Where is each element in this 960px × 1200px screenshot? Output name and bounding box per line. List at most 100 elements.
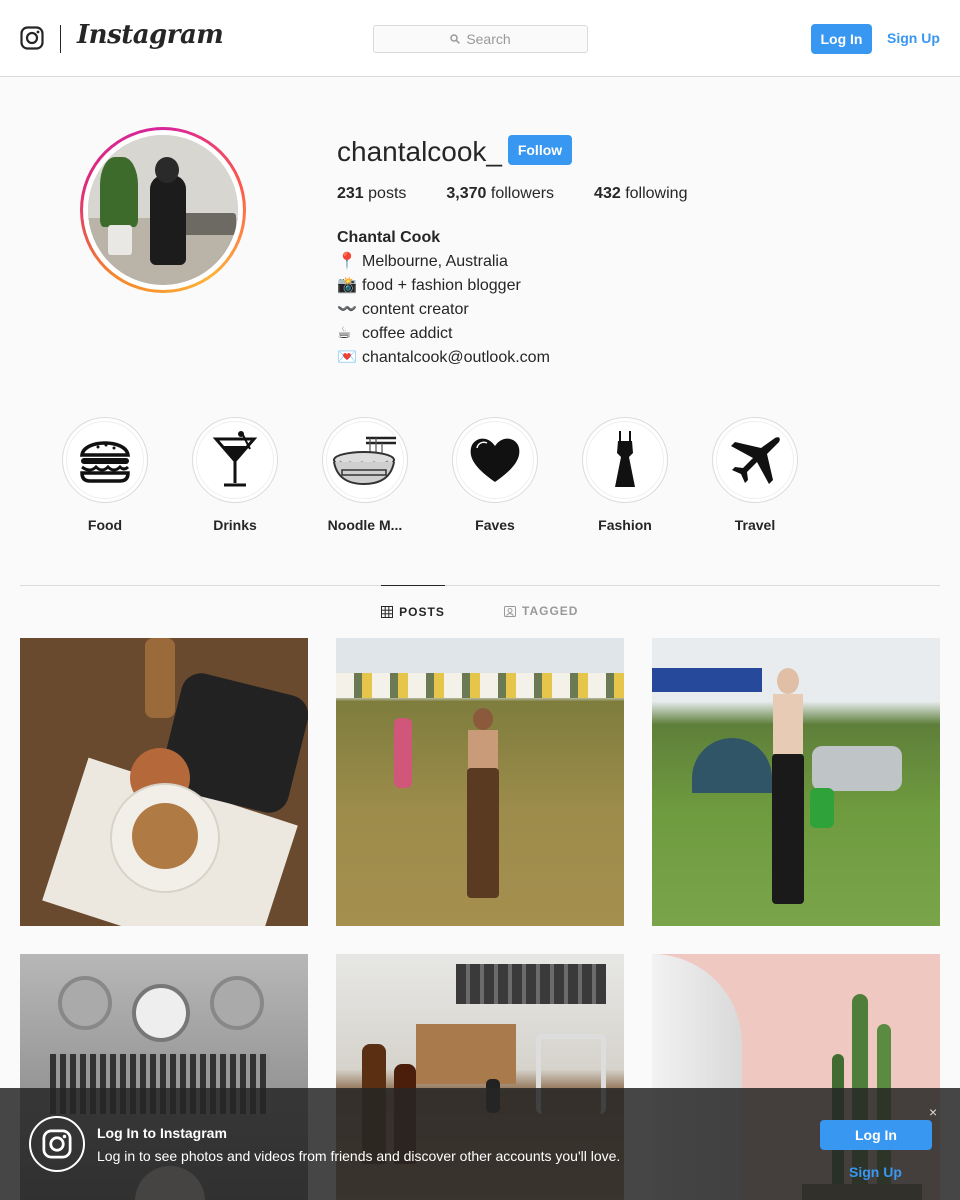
coffee-emoji-icon: ☕ [337, 325, 352, 342]
following-count: 432 [594, 185, 621, 202]
post-thumbnail[interactable] [652, 638, 940, 926]
photo-pepper-grinder [145, 638, 175, 718]
instagram-wordmark[interactable]: Instagram [77, 20, 224, 50]
following-stat[interactable]: 432 following [594, 185, 687, 203]
tab-posts[interactable]: POSTS [381, 585, 445, 637]
followers-count: 3,370 [446, 185, 487, 202]
posts-count: 231 [337, 185, 364, 202]
photo-person-torso [773, 694, 803, 754]
highlight-food[interactable]: Food [40, 417, 170, 533]
signup-link[interactable]: Sign Up [887, 30, 940, 46]
followers-stat[interactable]: 3,370 followers [446, 185, 554, 203]
tabs-divider [20, 585, 940, 586]
tab-tagged-label: TAGGED [522, 604, 579, 618]
photo-person-torso [468, 730, 498, 770]
bio-line-email: 💌 chantalcook@outlook.com [337, 346, 550, 370]
love-letter-emoji-icon: 💌 [337, 349, 357, 366]
burger-icon [80, 441, 130, 483]
highlight-label: Noodle M... [327, 517, 403, 533]
photo-gauge [132, 984, 190, 1042]
photo-counter [416, 1024, 516, 1084]
highlight-label: Faves [475, 517, 515, 533]
search-input[interactable]: Search [373, 25, 588, 53]
posts-stat-label: posts [368, 185, 407, 202]
photo-knob-right [210, 976, 264, 1030]
search-placeholder: Search [466, 31, 511, 47]
bio-location-text: Melbourne, Australia [362, 253, 508, 270]
tab-posts-label: POSTS [399, 604, 445, 619]
photo-person [767, 668, 807, 908]
following-stat-label: following [625, 185, 688, 202]
photo-person-head [777, 668, 799, 694]
highlight-circle [322, 417, 408, 503]
highlight-cover [586, 421, 664, 499]
highlight-cover [196, 421, 274, 499]
bio-line-location: 📍 Melbourne, Australia [337, 250, 550, 274]
posts-stat: 231 posts [337, 185, 406, 203]
photo-person-head [473, 708, 493, 730]
login-prompt-banner: Log In to Instagram Log in to see photos… [0, 1088, 960, 1200]
banner-subtitle: Log in to see photos and videos from fri… [97, 1148, 621, 1164]
highlight-cover [66, 421, 144, 499]
highlight-travel[interactable]: Travel [690, 417, 820, 533]
login-button[interactable]: Log In [811, 24, 872, 54]
profile-username: chantalcook_ [337, 136, 503, 167]
photo-car [812, 746, 902, 791]
follow-button[interactable]: Follow [508, 135, 572, 165]
highlight-faves[interactable]: Faves [430, 417, 560, 533]
banner-login-button[interactable]: Log In [820, 1120, 932, 1150]
bio-coffee-text: coffee addict [362, 325, 453, 342]
profile-full-name: Chantal Cook [337, 229, 441, 246]
tab-tagged[interactable]: TAGGED [504, 585, 578, 637]
photo-tents [336, 673, 624, 698]
avatar-photo [88, 135, 238, 285]
profile-stats: 231 posts 3,370 followers 432 following [337, 185, 727, 203]
profile-bio: Chantal Cook 📍 Melbourne, Australia 📸 fo… [337, 226, 550, 370]
photo-coffee [132, 803, 198, 869]
top-navigation-bar: Instagram Search Log In Sign Up [0, 0, 960, 77]
photo-person [464, 708, 500, 898]
bio-email-text: chantalcook@outlook.com [362, 349, 550, 366]
photo-person-legs [772, 754, 804, 904]
highlight-circle [62, 417, 148, 503]
photo-bag [810, 788, 834, 828]
wavy-dash-emoji-icon: 〰️ [337, 301, 357, 318]
banner-signup-link[interactable]: Sign Up [849, 1164, 902, 1180]
post-thumbnail[interactable] [336, 638, 624, 926]
grid-icon [381, 605, 394, 618]
highlight-circle [712, 417, 798, 503]
dress-icon [615, 431, 635, 487]
close-icon[interactable]: × [929, 1104, 937, 1120]
highlight-cover [716, 421, 794, 499]
instagram-glyph-icon [42, 1129, 72, 1159]
instagram-camera-icon [29, 1116, 85, 1172]
photo-shelf [456, 964, 606, 1004]
photo-person-background [394, 718, 412, 788]
avatar-plant [100, 157, 138, 227]
cocktail-icon [212, 431, 258, 487]
bio-role-text: food + fashion blogger [362, 277, 521, 294]
highlight-circle [192, 417, 278, 503]
instagram-camera-icon[interactable] [20, 26, 44, 50]
followers-stat-label: followers [490, 185, 555, 202]
photo-tent [692, 738, 772, 793]
airplane-icon [731, 437, 780, 484]
highlight-fashion[interactable]: Fashion [560, 417, 690, 533]
highlight-noodle[interactable]: Noodle M... [300, 417, 430, 533]
tagged-icon [504, 606, 516, 617]
profile-avatar[interactable] [80, 127, 246, 293]
post-thumbnail[interactable] [20, 638, 308, 926]
highlight-cover [326, 421, 404, 499]
avatar-pot [108, 225, 132, 255]
highlight-cover [456, 421, 534, 499]
search-icon [450, 34, 461, 44]
highlight-drinks[interactable]: Drinks [170, 417, 300, 533]
banner-title: Log In to Instagram [97, 1125, 227, 1141]
highlight-label: Drinks [213, 517, 257, 533]
noodle-bowl-icon [333, 436, 396, 486]
avatar-bench [178, 213, 236, 235]
highlight-circle [582, 417, 668, 503]
photo-person-legs [467, 768, 499, 898]
photo-canopy [652, 668, 762, 692]
camera-emoji-icon: 📸 [337, 277, 357, 294]
